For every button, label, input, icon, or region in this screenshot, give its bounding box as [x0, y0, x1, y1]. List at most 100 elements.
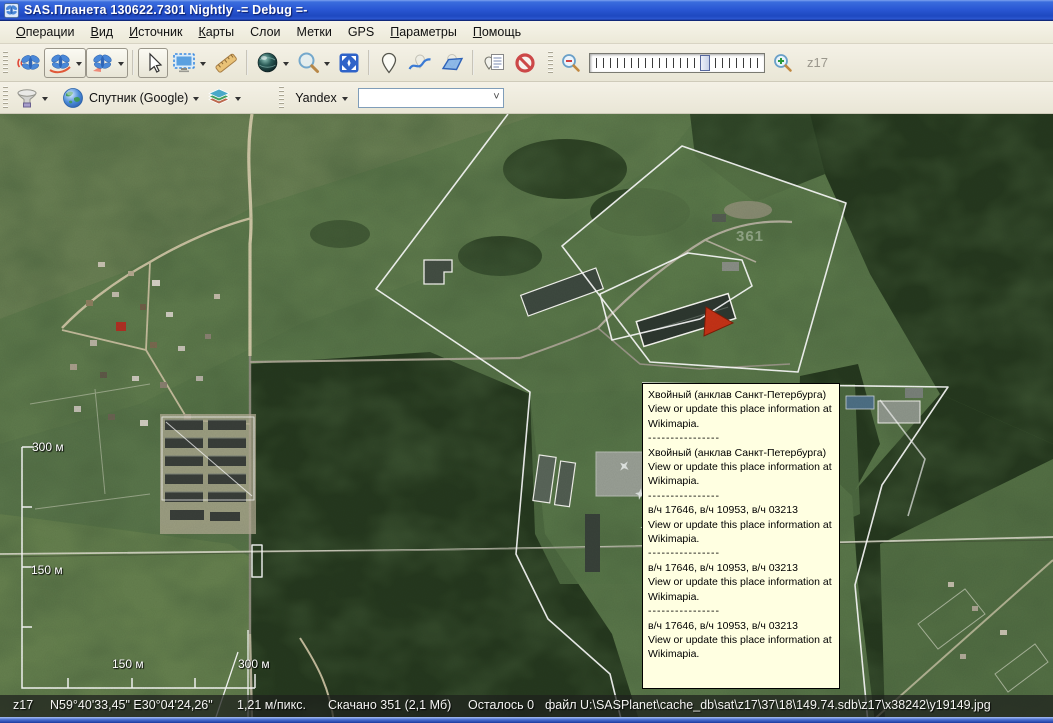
zoom-in-button[interactable]	[769, 50, 797, 76]
toolbar-grip[interactable]	[548, 51, 553, 75]
toolbar-separator	[368, 50, 370, 75]
tooltip-separator: ----------------	[648, 604, 834, 618]
status-remaining: Осталось 0	[468, 698, 534, 712]
cursor-icon	[141, 51, 165, 75]
fullscreen-button[interactable]	[334, 48, 364, 78]
dropdown-arrow-icon[interactable]	[193, 97, 199, 104]
dropdown-arrow-icon[interactable]	[76, 62, 82, 69]
zoom-in-icon	[772, 52, 794, 74]
tooltip-place-title: в/ч 17646, в/ч 10953, в/ч 03213	[648, 561, 834, 575]
search-provider-label: Yandex	[295, 91, 336, 105]
zoom-slider-thumb[interactable]	[700, 55, 710, 71]
map-type-button[interactable]: Спутник (Google)	[58, 83, 203, 113]
delete-selection-button[interactable]	[86, 48, 128, 78]
zoom-out-icon	[560, 52, 582, 74]
dropdown-arrow-icon[interactable]	[200, 62, 206, 69]
status-coordinates: N59°40'33,45" E30°04'24,26"	[50, 698, 213, 712]
chevron-down-icon[interactable]: ˅	[493, 91, 499, 103]
tooltip-place-body: View or update this place information at…	[648, 402, 834, 431]
tooltip-place-body: View or update this place information at…	[648, 575, 834, 604]
placemark-manager-button[interactable]	[478, 48, 510, 78]
zoom-slider-ticks	[596, 58, 758, 68]
hide-marks-button[interactable]	[510, 48, 540, 78]
ruler-icon	[213, 50, 239, 76]
tooltip-place-body: View or update this place information at…	[648, 633, 834, 662]
download-selection-button[interactable]	[44, 48, 86, 78]
menu-view[interactable]: Вид	[82, 23, 121, 41]
add-polygon-button[interactable]	[436, 48, 468, 78]
search-combobox[interactable]: ˅	[358, 88, 504, 108]
tooltip-separator: ----------------	[648, 431, 834, 445]
menu-source[interactable]: Источник	[121, 23, 190, 41]
status-bar: z17 N59°40'33,45" E30°04'24,26" 1,21 м/п…	[0, 695, 1053, 717]
window-title: SAS.Планета 130622.7301 Nightly -= Debug…	[24, 3, 308, 17]
title-bar[interactable]: SAS.Планета 130622.7301 Nightly -= Debug…	[0, 0, 1053, 21]
dropdown-arrow-icon[interactable]	[324, 62, 330, 69]
menu-settings[interactable]: Параметры	[382, 23, 465, 41]
placemark-icon	[377, 51, 401, 75]
menu-help[interactable]: Помощь	[465, 23, 529, 41]
search-input[interactable]	[359, 89, 503, 107]
area-number-label: 361	[736, 228, 764, 245]
earth-globe-icon	[61, 86, 85, 110]
menu-maps[interactable]: Карты	[190, 23, 242, 41]
tooltip-place-title: Хвойный (анклав Санкт-Петербурга)	[648, 446, 834, 460]
toolbar-grip[interactable]	[3, 51, 8, 75]
dark-globe-icon	[255, 50, 280, 75]
magnifier-icon	[296, 50, 321, 75]
cache-mode-button[interactable]	[12, 85, 52, 111]
add-placemark-button[interactable]	[374, 48, 404, 78]
toolbar-grip[interactable]	[3, 86, 8, 110]
search-button[interactable]	[293, 48, 334, 78]
dropdown-arrow-icon[interactable]	[342, 97, 348, 104]
toolbar-separator	[472, 50, 474, 75]
dropdown-arrow-icon[interactable]	[283, 62, 289, 69]
grain-texture	[0, 114, 1053, 723]
status-scale: 1,21 м/пикс.	[237, 698, 306, 712]
window-bottom-border	[0, 717, 1053, 723]
pan-mode-button[interactable]	[138, 48, 168, 78]
rect-selection-button[interactable]	[168, 48, 210, 78]
zoom-slider[interactable]	[589, 53, 765, 73]
main-toolbar: z17	[0, 44, 1053, 82]
fullscreen-icon	[337, 51, 361, 75]
zoom-level-label: z17	[807, 55, 828, 70]
polygon-icon	[439, 51, 465, 75]
map-viewport[interactable]: 300 м 150 м 150 м 300 м 361 Хвойный (анк…	[0, 114, 1053, 723]
cache-storage-icon	[15, 86, 39, 110]
dropdown-arrow-icon[interactable]	[235, 97, 241, 104]
zoom-out-button[interactable]	[557, 50, 585, 76]
menu-layers[interactable]: Слои	[242, 23, 288, 41]
status-tile-file: файл U:\SASPlanet\cache_db\sat\z17\37\18…	[545, 698, 991, 712]
scale-label: 150 м	[31, 563, 63, 577]
maps-toolbar: Спутник (Google) Yandex ˅	[0, 82, 1053, 114]
tooltip-place-title: Хвойный (анклав Санкт-Петербурга)	[648, 388, 834, 402]
toolbar-separator	[246, 50, 248, 75]
app-icon	[4, 3, 19, 18]
satellite-map	[0, 114, 1053, 723]
dropdown-arrow-icon[interactable]	[42, 97, 48, 104]
layers-button[interactable]	[203, 85, 245, 111]
measure-distance-button[interactable]	[210, 48, 242, 78]
tooltip-separator: ----------------	[648, 546, 834, 560]
tooltip-place-body: View or update this place information at…	[648, 518, 834, 547]
no-entry-icon	[513, 51, 537, 75]
tooltip-separator: ----------------	[648, 489, 834, 503]
status-zoom: z17	[13, 698, 33, 712]
dropdown-arrow-icon[interactable]	[118, 62, 124, 69]
goto-position-button[interactable]	[12, 48, 44, 78]
menu-operations[interactable]: Операции	[8, 23, 82, 41]
menu-marks[interactable]: Метки	[289, 23, 340, 41]
add-path-button[interactable]	[404, 48, 436, 78]
tooltip-place-title: в/ч 17646, в/ч 10953, в/ч 03213	[648, 619, 834, 633]
status-downloaded: Скачано 351 (2,1 Мб)	[328, 698, 451, 712]
app-window: SAS.Планета 130622.7301 Nightly -= Debug…	[0, 0, 1053, 723]
toolbar-grip[interactable]	[279, 86, 284, 110]
placemark-list-icon	[481, 51, 507, 75]
tooltip-place-body: View or update this place information at…	[648, 460, 834, 489]
fly-signal-icon	[15, 50, 41, 76]
search-provider-button[interactable]: Yandex	[288, 85, 351, 111]
fly-triangle-icon	[89, 50, 115, 76]
goto-search-button[interactable]	[252, 48, 293, 78]
menu-gps[interactable]: GPS	[340, 23, 382, 41]
